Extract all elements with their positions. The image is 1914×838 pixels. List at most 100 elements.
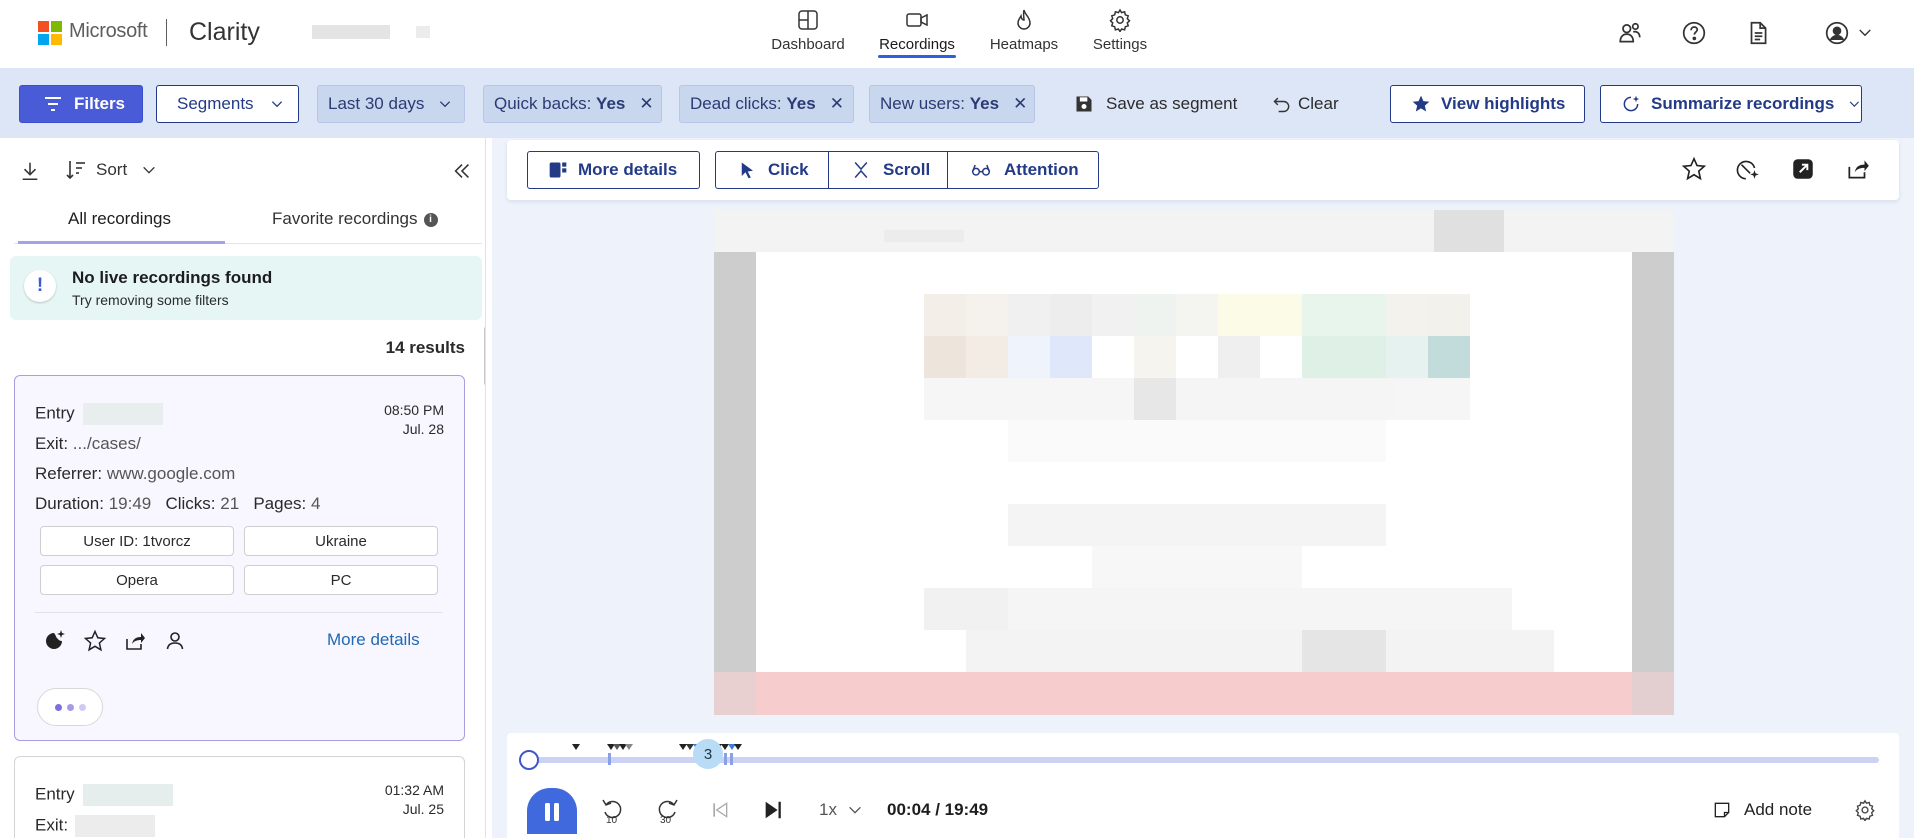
add-note-label: Add note xyxy=(1744,800,1813,819)
user-icon[interactable] xyxy=(163,629,187,653)
playback-speed-dropdown[interactable]: 1x xyxy=(819,790,863,830)
tag-country[interactable]: Ukraine xyxy=(244,526,438,556)
nav-recordings[interactable]: Recordings xyxy=(876,8,958,58)
loading-summary-indicator xyxy=(37,688,103,726)
app-name[interactable]: Clarity xyxy=(189,18,260,47)
segments-dropdown[interactable]: Segments xyxy=(156,85,299,123)
sparkle-icon[interactable] xyxy=(1735,156,1761,182)
rewind-10-button[interactable]: 10 xyxy=(600,790,626,830)
collapse-panel-icon[interactable] xyxy=(451,160,473,182)
card-divider xyxy=(35,612,443,613)
tab-favorite-recordings[interactable]: Favorite recordings i xyxy=(272,204,438,244)
help-icon[interactable] xyxy=(1681,20,1707,46)
star-filled-icon xyxy=(1412,95,1430,112)
date-range-dropdown[interactable]: Last 30 days xyxy=(317,85,465,123)
save-icon xyxy=(1076,96,1092,112)
exit-row: Exit: xyxy=(35,815,155,837)
sort-dropdown[interactable]: Sort xyxy=(64,158,157,182)
more-details-link[interactable]: More details xyxy=(327,630,420,650)
tab-all-recordings[interactable]: All recordings xyxy=(14,204,225,244)
entry-label: Entry xyxy=(35,403,75,423)
project-name-redacted[interactable] xyxy=(312,25,390,39)
people-icon[interactable] xyxy=(1617,20,1643,46)
next-page-button[interactable] xyxy=(762,790,784,830)
pause-button[interactable] xyxy=(527,788,577,834)
scrub-handle[interactable] xyxy=(519,750,539,770)
remove-filter-icon[interactable]: ✕ xyxy=(1013,94,1027,114)
entry-url-redacted xyxy=(83,784,174,806)
filter-chip-name: New users: xyxy=(880,94,966,113)
exit-row: Exit: .../cases/ xyxy=(35,434,141,454)
nav-settings-label: Settings xyxy=(1092,36,1148,53)
clear-filters-button[interactable]: Clear xyxy=(1272,85,1339,123)
rewind-seconds: 10 xyxy=(606,815,618,825)
pages-label: Pages: xyxy=(253,494,307,513)
add-note-button[interactable]: Add note xyxy=(1712,790,1812,830)
summarize-recordings-button[interactable]: Summarize recordings xyxy=(1600,85,1862,123)
nav-settings[interactable]: Settings xyxy=(1091,8,1149,58)
entry-row: Entry xyxy=(35,784,174,806)
share-icon[interactable] xyxy=(1845,156,1871,182)
share-icon[interactable] xyxy=(123,629,147,653)
speed-label: 1x xyxy=(819,800,837,819)
document-icon[interactable] xyxy=(1745,20,1771,46)
chevron-down-icon xyxy=(271,101,282,108)
session-replay-viewport[interactable] xyxy=(714,210,1674,715)
event-count-badge[interactable]: 3 xyxy=(693,739,723,769)
sidebar-scrollbar[interactable] xyxy=(484,326,485,386)
view-highlights-button[interactable]: View highlights xyxy=(1390,85,1585,123)
tag-device[interactable]: PC xyxy=(244,565,438,595)
player-settings-button[interactable] xyxy=(1854,790,1876,830)
more-details-button[interactable]: More details xyxy=(527,151,700,189)
chevron-down-icon xyxy=(1849,101,1860,107)
filter-chip-new-users[interactable]: New users: Yes ✕ xyxy=(869,85,1035,123)
alert-icon: ! xyxy=(24,270,56,302)
exit-label: Exit: xyxy=(35,434,69,453)
tab-label: All recordings xyxy=(68,209,171,228)
chevron-down-icon[interactable] xyxy=(1856,20,1874,46)
tag-user-id[interactable]: User ID: 1tvorcz xyxy=(40,526,234,556)
info-icon[interactable]: i xyxy=(423,213,438,227)
project-switcher-redacted[interactable] xyxy=(416,26,430,38)
save-as-segment-button[interactable]: Save as segment xyxy=(1074,85,1237,123)
scroll-heatmap-button[interactable]: Scroll xyxy=(828,151,948,189)
fast-forward-icon: 30 xyxy=(658,799,678,825)
nav-dashboard[interactable]: Dashboard xyxy=(768,8,848,58)
copilot-sparkle-icon xyxy=(1623,95,1640,112)
undo-icon xyxy=(1273,97,1290,113)
filter-chip-name: Dead clicks: xyxy=(690,94,782,113)
skip-next-icon xyxy=(765,801,781,819)
banner-subtitle: Try removing some filters xyxy=(72,292,229,308)
account-icon[interactable] xyxy=(1824,20,1850,46)
clicks-value: 21 xyxy=(220,494,240,513)
tag-browser[interactable]: Opera xyxy=(40,565,234,595)
forward-30-button[interactable]: 30 xyxy=(654,790,680,830)
filter-chip-value: Yes xyxy=(786,94,816,113)
panel-details-icon xyxy=(549,162,567,178)
gear-icon xyxy=(1855,799,1875,821)
attention-heatmap-button[interactable]: Attention xyxy=(947,151,1099,189)
recording-card[interactable]: Entry 01:32 AM Jul. 25 Exit: xyxy=(14,756,465,838)
open-external-icon[interactable] xyxy=(1790,156,1816,182)
referrer-row: Referrer: www.google.com xyxy=(35,464,235,484)
click-heatmap-button[interactable]: Click xyxy=(715,151,829,189)
remove-filter-icon[interactable]: ✕ xyxy=(639,94,653,114)
playback-timeline[interactable]: 3 xyxy=(529,739,1879,769)
remove-filter-icon[interactable]: ✕ xyxy=(830,94,844,114)
previous-page-button[interactable] xyxy=(710,790,730,830)
filter-chip-dead-clicks[interactable]: Dead clicks: Yes ✕ xyxy=(679,85,854,123)
download-icon[interactable] xyxy=(19,160,41,182)
nav-heatmaps[interactable]: Heatmaps xyxy=(987,8,1061,58)
copilot-chat-icon[interactable] xyxy=(43,629,67,653)
star-icon[interactable] xyxy=(83,629,107,653)
chevron-down-icon xyxy=(849,806,861,814)
filter-chip-quick-backs[interactable]: Quick backs: Yes ✕ xyxy=(483,85,662,123)
recording-card[interactable]: Entry 08:50 PM Jul. 28 Exit: .../cases/ … xyxy=(14,375,465,741)
star-icon[interactable] xyxy=(1681,156,1707,182)
brand-divider xyxy=(166,19,167,46)
recording-date: Jul. 28 xyxy=(402,421,444,437)
filters-button[interactable]: Filters xyxy=(19,85,143,123)
sort-icon xyxy=(66,161,85,180)
flame-icon xyxy=(1017,9,1031,30)
segments-label: Segments xyxy=(177,94,254,113)
